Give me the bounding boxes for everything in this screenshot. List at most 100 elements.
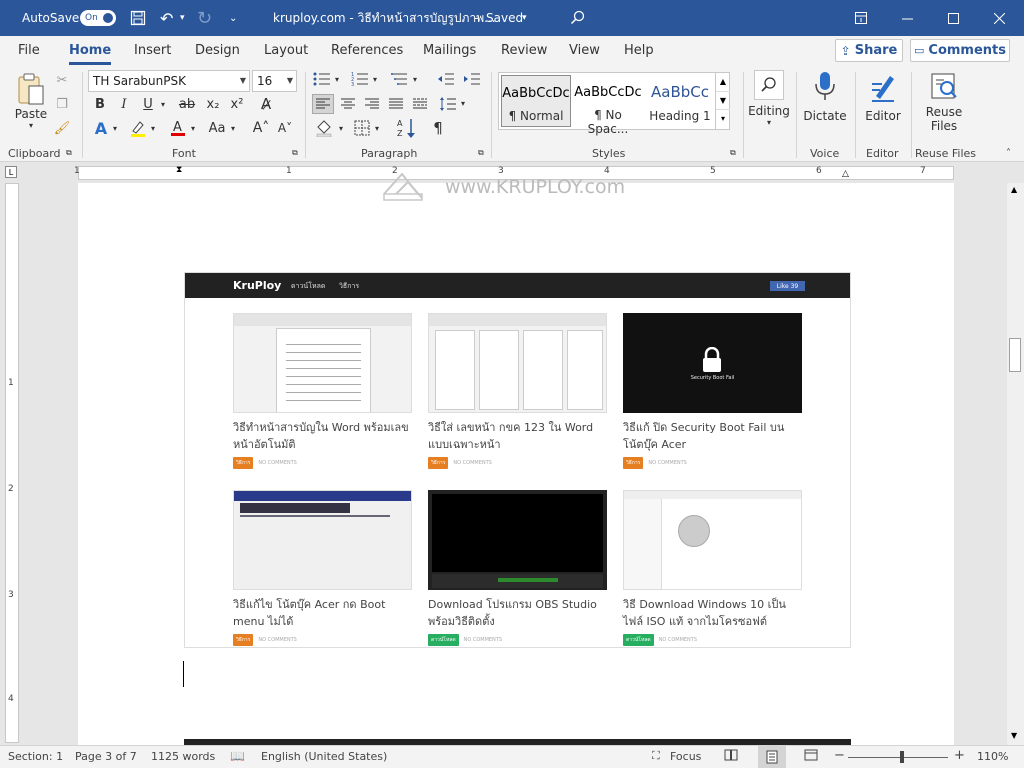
line-spacing-icon[interactable] xyxy=(438,94,458,114)
print-layout-icon[interactable] xyxy=(758,746,786,768)
sort-icon[interactable]: AZ xyxy=(396,116,418,140)
word-count[interactable]: 1125 words xyxy=(151,750,215,763)
paste-dropdown-icon[interactable]: ▾ xyxy=(10,121,52,130)
tab-home[interactable]: Home xyxy=(69,43,112,65)
paragraph-launcher-icon[interactable]: ⧉ xyxy=(478,148,484,158)
superscript-icon[interactable]: x² xyxy=(228,96,246,112)
style-normal[interactable]: AaBbCcDc ¶ Normal xyxy=(501,75,571,127)
editor-button[interactable]: Editor xyxy=(860,70,906,123)
read-mode-icon[interactable] xyxy=(724,748,738,765)
vertical-ruler[interactable]: 1 2 3 4 xyxy=(5,183,19,743)
chevron-down-icon[interactable]: ▼ xyxy=(716,91,730,109)
multilevel-list-icon[interactable] xyxy=(390,70,410,88)
zoom-out-icon[interactable]: − xyxy=(834,748,845,763)
redo-icon[interactable]: ↻ xyxy=(197,0,212,36)
close-icon[interactable] xyxy=(976,0,1022,36)
italic-icon[interactable]: I xyxy=(116,96,132,112)
style-no-spacing[interactable]: AaBbCcDc ¶ No Spac... xyxy=(573,75,643,136)
indent-marker-icon[interactable]: ⧗ xyxy=(176,165,182,175)
shading-icon[interactable] xyxy=(314,118,334,138)
right-indent-marker-icon[interactable]: △ xyxy=(842,169,849,179)
align-center-icon[interactable] xyxy=(338,94,358,114)
zoom-in-icon[interactable]: + xyxy=(954,748,965,763)
web-layout-icon[interactable] xyxy=(804,748,818,765)
font-size-select[interactable]: 16 ▼ xyxy=(252,70,297,92)
reuse-files-button[interactable]: Reuse Files xyxy=(916,70,972,133)
shading-dropdown-icon[interactable]: ▾ xyxy=(336,119,346,137)
save-icon[interactable] xyxy=(130,0,146,36)
multilevel-dropdown-icon[interactable]: ▾ xyxy=(410,70,420,88)
paste-button[interactable]: Paste ▾ xyxy=(10,72,52,130)
undo-icon[interactable]: ↶ xyxy=(160,0,173,36)
clipboard-launcher-icon[interactable]: ⧉ xyxy=(66,148,72,158)
styles-launcher-icon[interactable]: ⧉ xyxy=(730,148,736,158)
numbering-dropdown-icon[interactable]: ▾ xyxy=(370,70,380,88)
bold-icon[interactable]: B xyxy=(92,96,108,112)
zoom-slider[interactable] xyxy=(848,751,948,763)
chevron-up-icon[interactable]: ▲ xyxy=(716,73,730,91)
scroll-down-icon[interactable]: ▼ xyxy=(1011,731,1017,740)
increase-indent-icon[interactable] xyxy=(462,70,482,88)
tab-insert[interactable]: Insert xyxy=(134,43,171,58)
bullets-dropdown-icon[interactable]: ▾ xyxy=(332,70,342,88)
editing-button[interactable]: Editing ▾ xyxy=(748,70,790,127)
scroll-up-icon[interactable]: ▲ xyxy=(1011,185,1017,194)
dictate-button[interactable]: Dictate xyxy=(800,70,850,123)
scroll-thumb[interactable] xyxy=(1009,338,1021,372)
clear-formatting-icon[interactable]: A̷ xyxy=(256,94,276,114)
format-painter-icon[interactable]: 🖌 xyxy=(54,120,71,136)
tab-selector-icon[interactable]: L xyxy=(5,166,17,178)
section-indicator[interactable]: Section: 1 xyxy=(8,750,63,763)
underline-dropdown-icon[interactable]: ▾ xyxy=(158,96,168,112)
tab-layout[interactable]: Layout xyxy=(264,43,308,58)
borders-icon[interactable] xyxy=(352,118,372,138)
tab-review[interactable]: Review xyxy=(501,43,547,58)
grow-font-icon[interactable]: A˄ xyxy=(252,119,270,137)
thai-distributed-icon[interactable] xyxy=(410,94,430,114)
maximize-icon[interactable] xyxy=(930,0,976,36)
font-family-select[interactable]: TH SarabunPSK ▼ xyxy=(88,70,250,92)
zoom-slider-handle[interactable] xyxy=(900,751,904,763)
vertical-scrollbar[interactable]: ▲ ▼ xyxy=(1007,183,1024,745)
text-effects-dropdown-icon[interactable]: ▾ xyxy=(110,119,120,137)
show-formatting-icon[interactable]: ¶ xyxy=(428,118,448,138)
autosave-toggle[interactable]: On xyxy=(80,0,116,36)
focus-icon[interactable]: ⛶ xyxy=(652,749,660,763)
align-left-icon[interactable] xyxy=(312,94,334,114)
zoom-level[interactable]: 110% xyxy=(977,750,1008,763)
search-icon[interactable] xyxy=(570,0,586,36)
ribbon-display-icon[interactable] xyxy=(838,0,884,36)
minimize-icon[interactable] xyxy=(884,0,930,36)
collapse-ribbon-icon[interactable]: ˄ xyxy=(1006,148,1011,159)
change-case-icon[interactable]: Aa xyxy=(206,119,228,137)
bullets-icon[interactable] xyxy=(312,70,332,88)
line-spacing-dropdown-icon[interactable]: ▾ xyxy=(458,94,468,112)
borders-dropdown-icon[interactable]: ▾ xyxy=(372,119,382,137)
shrink-font-icon[interactable]: A˅ xyxy=(276,119,294,137)
styles-more-icon[interactable]: ▾ xyxy=(716,109,730,127)
justify-icon[interactable] xyxy=(386,94,406,114)
text-effects-icon[interactable]: A xyxy=(92,119,110,138)
tab-design[interactable]: Design xyxy=(195,43,240,58)
customize-toolbar-icon[interactable]: ⌄ xyxy=(229,0,237,36)
numbering-icon[interactable]: 123 xyxy=(350,70,370,88)
change-case-dropdown-icon[interactable]: ▾ xyxy=(228,119,238,137)
font-color-icon[interactable]: A xyxy=(168,118,188,138)
tab-mailings[interactable]: Mailings xyxy=(423,43,476,58)
saved-dropdown-icon[interactable]: ▾ xyxy=(522,0,527,36)
tab-help[interactable]: Help xyxy=(624,43,654,58)
font-launcher-icon[interactable]: ⧉ xyxy=(292,148,298,158)
highlight-icon[interactable] xyxy=(128,118,148,138)
copy-icon[interactable]: ❐ xyxy=(54,96,70,112)
undo-dropdown-icon[interactable]: ▾ xyxy=(180,0,185,36)
comments-button[interactable]: ▭ Comments xyxy=(910,39,1010,62)
tab-file[interactable]: File xyxy=(18,43,40,58)
tab-view[interactable]: View xyxy=(569,43,600,58)
embedded-website-image[interactable]: KruPloy ดาวน์โหลด วิธีการ Like 39 วิธีทำ… xyxy=(184,272,851,648)
subscript-icon[interactable]: x₂ xyxy=(204,96,222,112)
focus-mode-button[interactable]: Focus xyxy=(670,750,701,763)
font-color-dropdown-icon[interactable]: ▾ xyxy=(188,119,198,137)
highlight-dropdown-icon[interactable]: ▾ xyxy=(148,119,158,137)
align-right-icon[interactable] xyxy=(362,94,382,114)
strikethrough-icon[interactable]: ab xyxy=(178,96,196,112)
